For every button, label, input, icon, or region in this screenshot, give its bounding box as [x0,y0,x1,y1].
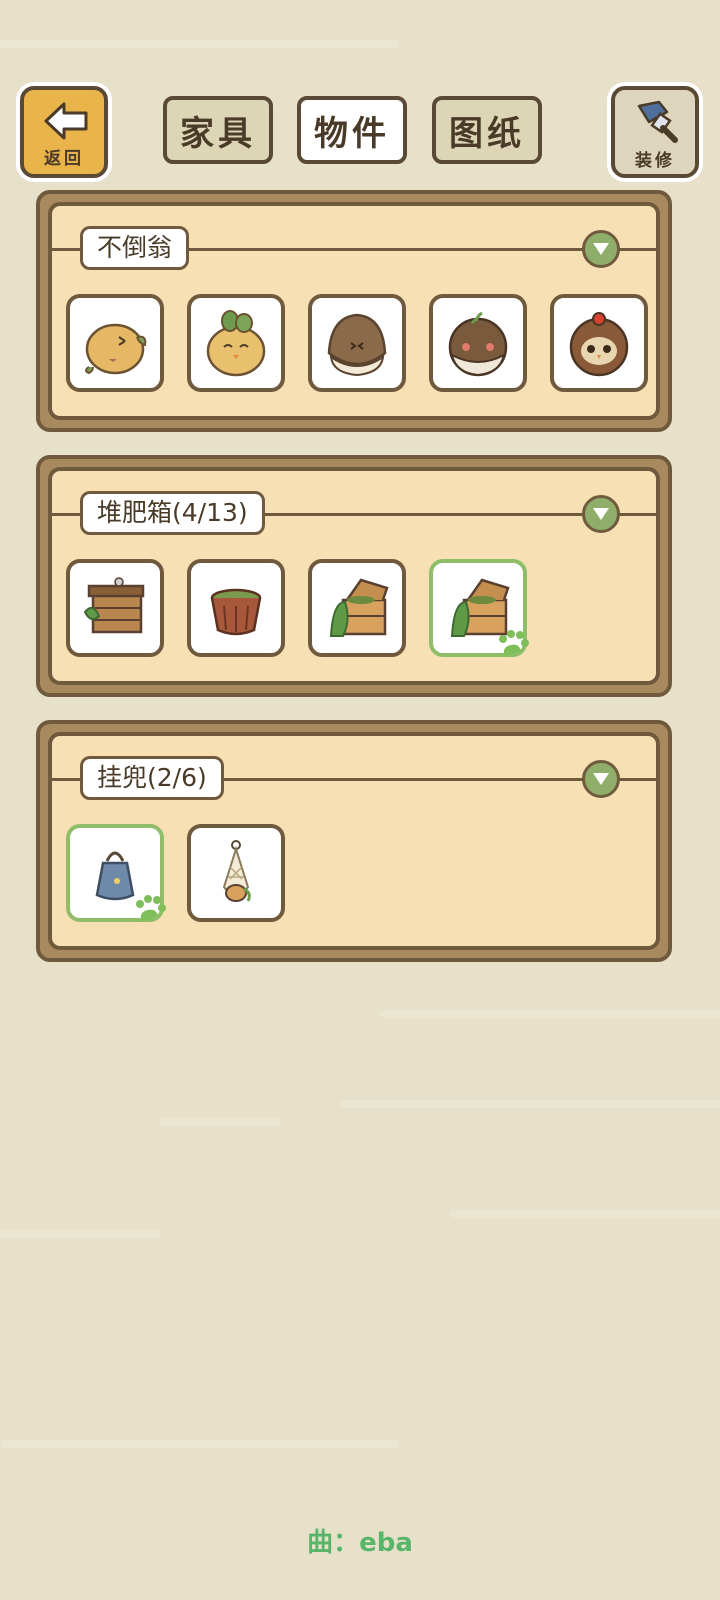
tumbler-dark-round-icon [448,311,508,377]
decorate-button[interactable]: 装修 [611,86,699,178]
tumbler-chestnut-icon [327,313,387,377]
tab-furniture[interactable]: 家具 [163,96,273,164]
tab-blueprints[interactable]: 图纸 [432,96,542,164]
triangle-down-icon [593,243,609,255]
item-slot-selected[interactable] [429,559,529,657]
frog-paw-icon [136,895,166,922]
background-streak [450,1210,720,1218]
item-slot[interactable] [308,294,406,392]
triangle-down-icon [593,773,609,785]
item-slot[interactable] [550,294,648,392]
item-slot[interactable] [187,559,285,657]
item-slot[interactable] [66,294,164,392]
item-slot[interactable] [187,294,285,392]
compost-bucket-icon [210,588,262,636]
category-panel-compost: 堆肥箱(4/13) [36,455,672,697]
tumbler-sprout-face-icon [206,310,266,377]
item-slot[interactable] [187,824,285,922]
category-title: 挂兜(2/6) [80,756,224,800]
background-streak [0,1440,400,1448]
tab-objects[interactable]: 物件 [297,96,407,164]
background-streak [340,1100,720,1108]
background-streak [160,1118,280,1126]
hanging-net-bag-icon [222,840,251,902]
collapse-toggle-button[interactable] [582,230,620,268]
back-button[interactable]: 返回 [20,86,108,178]
collapse-toggle-button[interactable] [582,760,620,798]
background-streak [0,1230,160,1238]
compost-crate-closed-icon [83,577,145,634]
category-title: 堆肥箱(4/13) [80,491,265,535]
back-arrow-icon [44,102,88,140]
category-title: 不倒翁 [80,226,190,270]
frog-paw-icon [499,630,529,657]
paintbrush-icon [637,100,678,143]
triangle-down-icon [593,508,609,520]
tumbler-owl-icon [569,312,629,377]
decorate-label: 装修 [635,151,675,171]
category-panel-hanging-bags: 挂兜(2/6) [36,720,672,962]
background-streak [0,40,400,48]
background-streak [380,1010,720,1018]
collapse-toggle-button[interactable] [582,495,620,533]
item-slot[interactable] [429,294,527,392]
compost-box-open-icon [329,578,389,637]
tumbler-yellow-leaf-icon [85,323,147,375]
category-panel-tumblers: 不倒翁 [36,190,672,432]
item-slot[interactable] [308,559,406,657]
back-label: 返回 [44,149,84,169]
item-slot-selected[interactable] [66,824,166,922]
item-slot[interactable] [66,559,164,657]
music-credit: 曲：eba [307,1528,413,1558]
